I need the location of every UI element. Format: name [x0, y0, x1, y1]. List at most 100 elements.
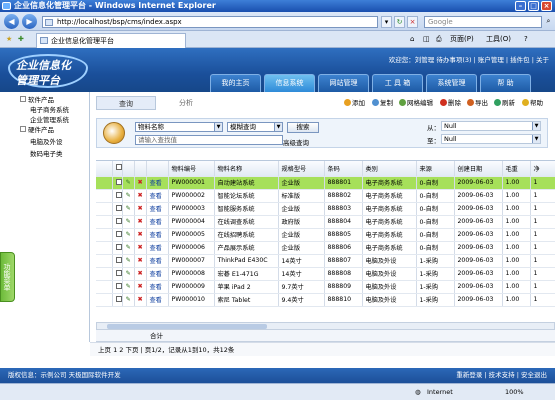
col-header-spec[interactable]: 规格型号 — [278, 161, 325, 177]
page-menu[interactable]: 页面(P) — [450, 35, 474, 44]
browser-tab[interactable]: 企业信息化管理平台 — [36, 33, 186, 48]
close-button[interactable]: × — [541, 1, 552, 11]
help-icon[interactable]: ? — [524, 35, 528, 44]
search-value-input[interactable]: 请输入查找值 — [135, 135, 283, 145]
table-row[interactable]: ✎ ✖ 查看 PW000004 在线调查系统 政府版 888804 电子商务系统 0-自制 200… — [96, 215, 555, 229]
search-go-icon[interactable]: ⌕ — [543, 16, 554, 28]
tree-item-computer[interactable]: 电脑及外设 — [30, 138, 63, 147]
checkbox[interactable] — [115, 243, 121, 250]
tools-menu[interactable]: 工具(O) — [486, 35, 511, 44]
edit-icon[interactable]: ✎ — [122, 241, 135, 255]
view-link[interactable]: 查看 — [146, 254, 169, 268]
view-link[interactable]: 查看 — [146, 215, 169, 229]
nav-tab-toolbox[interactable]: 工 具 箱 — [372, 74, 423, 92]
minimize-button[interactable]: – — [515, 1, 526, 11]
checkbox[interactable] — [115, 164, 121, 171]
maximize-button[interactable]: □ — [528, 1, 539, 11]
col-header-name[interactable]: 物料名称 — [214, 161, 279, 177]
delete-icon[interactable]: ✖ — [134, 267, 147, 281]
edit-icon[interactable]: ✎ — [122, 228, 135, 242]
refresh-button[interactable]: 刷新 — [494, 98, 515, 108]
table-row[interactable]: ✎ ✖ 查看 PW000001 自动建站系统 企业版 888801 电子商务系统 0-自制 200… — [96, 176, 555, 190]
table-row[interactable]: ✎ ✖ 查看 PW000006 产品展示系统 企业版 888806 电子商务系统 0-自制 200… — [96, 241, 555, 255]
checkbox[interactable] — [115, 282, 121, 289]
col-header-gross[interactable]: 毛重 — [502, 161, 531, 177]
delete-icon[interactable]: ✖ — [134, 215, 147, 229]
view-link[interactable]: 查看 — [146, 267, 169, 281]
row-checkbox-cell[interactable] — [112, 293, 123, 307]
favorites-icon[interactable]: ★ — [6, 35, 12, 44]
horizontal-scrollbar[interactable] — [96, 322, 555, 330]
back-button[interactable]: ◀ — [4, 14, 19, 29]
edit-icon[interactable]: ✎ — [122, 280, 135, 294]
delete-icon[interactable]: ✖ — [134, 293, 147, 307]
delete-icon[interactable]: ✖ — [134, 254, 147, 268]
print-icon[interactable]: ⎙ — [436, 35, 442, 44]
checkbox[interactable] — [115, 295, 121, 302]
view-link[interactable]: 查看 — [146, 228, 169, 242]
address-dropdown-button[interactable]: ▾ — [381, 16, 392, 28]
checkbox[interactable] — [115, 256, 121, 263]
delete-icon[interactable]: ✖ — [134, 280, 147, 294]
user-links[interactable]: 欢迎您：刘管理 待办事项(3) | 账户管理 | 插件包 | 关于 — [389, 54, 549, 64]
view-link[interactable]: 查看 — [146, 241, 169, 255]
view-link[interactable]: 查看 — [146, 293, 169, 307]
tab-query[interactable]: 查询 — [96, 96, 156, 110]
grid-edit-button[interactable]: 网格编辑 — [399, 98, 433, 108]
row-checkbox-cell[interactable] — [112, 241, 123, 255]
checkbox[interactable] — [115, 204, 121, 211]
table-row[interactable]: ✎ ✖ 查看 PW000005 在线招聘系统 企业版 888805 电子商务系统 0-自制 200… — [96, 228, 555, 242]
tree-item-digital[interactable]: 数码电子类 — [30, 150, 63, 159]
table-row[interactable]: ✎ ✖ 查看 PW000009 苹果 iPad 2 9.7英寸 888809 电脑及外设 1-采… — [96, 280, 555, 294]
address-input[interactable]: http://localhost/bsp/cms/index.aspx — [42, 16, 378, 28]
row-checkbox-cell[interactable] — [112, 176, 123, 190]
row-checkbox-cell[interactable] — [112, 267, 123, 281]
footer-links[interactable]: 重新登录 | 技术支持 | 安全退出 — [456, 368, 547, 383]
tree-item-software[interactable]: 软件产品 — [20, 96, 54, 105]
checkbox[interactable] — [115, 191, 121, 198]
to-select[interactable]: Null ▼ — [441, 134, 541, 144]
table-row[interactable]: ✎ ✖ 查看 PW000010 索尼 Tablet 9.4英寸 888810 电脑及外设 1-采… — [96, 293, 555, 307]
delete-icon[interactable]: ✖ — [134, 189, 147, 203]
nav-tab-info[interactable]: 信息系统 — [264, 74, 315, 92]
view-link[interactable]: 查看 — [146, 176, 169, 190]
edit-icon[interactable]: ✎ — [122, 202, 135, 216]
checkbox[interactable] — [115, 178, 121, 185]
delete-icon[interactable]: ✖ — [134, 176, 147, 190]
checkbox[interactable] — [115, 230, 121, 237]
col-header-source[interactable]: 来源 — [416, 161, 455, 177]
checkbox[interactable] — [115, 269, 121, 276]
delete-icon[interactable]: ✖ — [134, 202, 147, 216]
header-select-all[interactable] — [112, 161, 123, 177]
col-header-code[interactable]: 物料编号 — [168, 161, 215, 177]
row-checkbox-cell[interactable] — [112, 215, 123, 229]
function-menu-toggle[interactable]: 功能菜单 — [0, 252, 15, 302]
feeds-icon[interactable]: ◫ — [423, 35, 430, 44]
delete-button[interactable]: 删除 — [440, 98, 461, 108]
edit-icon[interactable]: ✎ — [122, 293, 135, 307]
nav-tab-system[interactable]: 系统管理 — [426, 74, 477, 92]
row-checkbox-cell[interactable] — [112, 202, 123, 216]
nav-tab-website[interactable]: 网站管理 — [318, 74, 369, 92]
pager[interactable]: 上页 1 2 下页 | 页1/2，记录从1到10，共12条 — [90, 342, 555, 356]
from-select[interactable]: Null ▼ — [441, 121, 541, 131]
field-select[interactable]: 物料名称 ▼ — [135, 122, 223, 132]
edit-icon[interactable]: ✎ — [122, 189, 135, 203]
row-checkbox-cell[interactable] — [112, 189, 123, 203]
col-header-barcode[interactable]: 条码 — [324, 161, 363, 177]
home-icon[interactable]: ⌂ — [410, 35, 414, 44]
row-checkbox-cell[interactable] — [112, 228, 123, 242]
table-row[interactable]: ✎ ✖ 查看 PW000002 智能论坛系统 标准版 888802 电子商务系统 0-自制 200… — [96, 189, 555, 203]
search-button[interactable]: 搜索 — [287, 122, 319, 133]
help-button[interactable]: 帮助 — [522, 98, 543, 108]
delete-icon[interactable]: ✖ — [134, 228, 147, 242]
search-input[interactable]: Google — [424, 16, 542, 28]
add-button[interactable]: 添加 — [344, 98, 365, 108]
delete-icon[interactable]: ✖ — [134, 241, 147, 255]
edit-icon[interactable]: ✎ — [122, 254, 135, 268]
mode-select[interactable]: 模糊查询 ▼ — [227, 122, 283, 132]
col-header-net[interactable]: 净 — [530, 161, 555, 177]
tab-analysis[interactable]: 分析 — [156, 96, 216, 110]
refresh-icon[interactable]: ↻ — [394, 16, 405, 28]
table-row[interactable]: ✎ ✖ 查看 PW000008 宏碁 E1-471G 14英寸 888808 电脑及外设 1-采… — [96, 267, 555, 281]
